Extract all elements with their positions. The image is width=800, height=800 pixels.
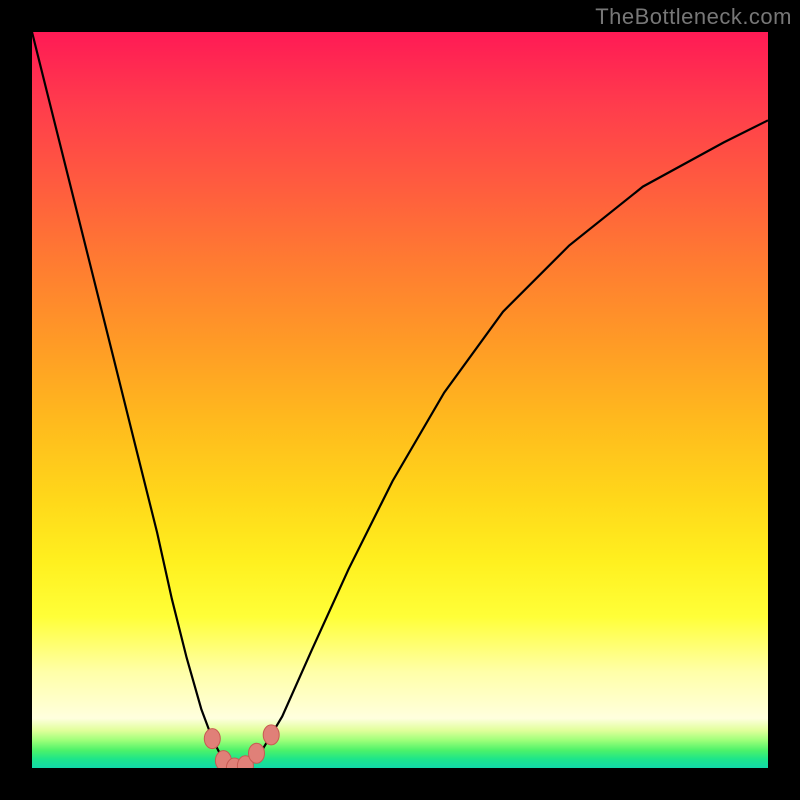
plot-area [32,32,768,768]
curve-layer [32,32,768,768]
bottleneck-curve [32,32,768,768]
curve-marker [249,743,265,763]
curve-marker [204,729,220,749]
curve-markers [204,725,279,768]
curve-marker [263,725,279,745]
watermark-text: TheBottleneck.com [595,4,792,30]
chart-frame: TheBottleneck.com [0,0,800,800]
